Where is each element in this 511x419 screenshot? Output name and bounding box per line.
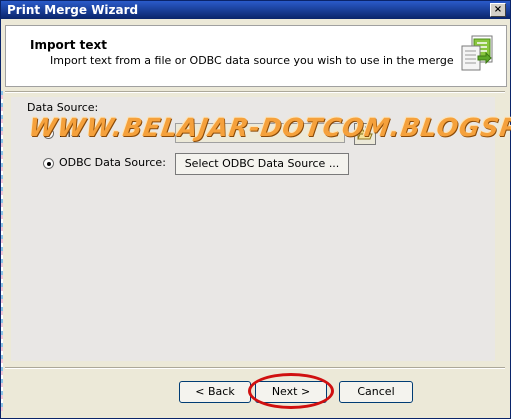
watermark-text: WWW.BELAJAR-DOTCOM.BLOGSPOT.COM [26, 113, 511, 142]
header-divider [5, 91, 505, 93]
cancel-button[interactable]: Cancel [339, 381, 413, 403]
select-odbc-button[interactable]: Select ODBC Data Source ... [175, 153, 349, 175]
close-button[interactable]: × [490, 3, 506, 17]
document-import-icon [461, 35, 493, 71]
next-highlight-oval [248, 373, 334, 409]
wizard-window: Print Merge Wizard × Import text Import … [0, 0, 511, 419]
header-description: Import text from a file or ODBC data sou… [50, 54, 454, 67]
close-icon: × [493, 4, 503, 15]
wizard-header: Import text Import text from a file or O… [5, 25, 507, 87]
odbc-radio-label[interactable]: ODBC Data Source: [59, 156, 166, 169]
header-title: Import text [30, 38, 107, 52]
title-bar[interactable]: Print Merge Wizard × [1, 1, 510, 19]
window-title: Print Merge Wizard [7, 3, 139, 17]
footer-divider [5, 367, 505, 369]
decorative-edge [1, 91, 3, 411]
back-button[interactable]: < Back [179, 381, 251, 403]
odbc-radio[interactable] [43, 158, 54, 169]
